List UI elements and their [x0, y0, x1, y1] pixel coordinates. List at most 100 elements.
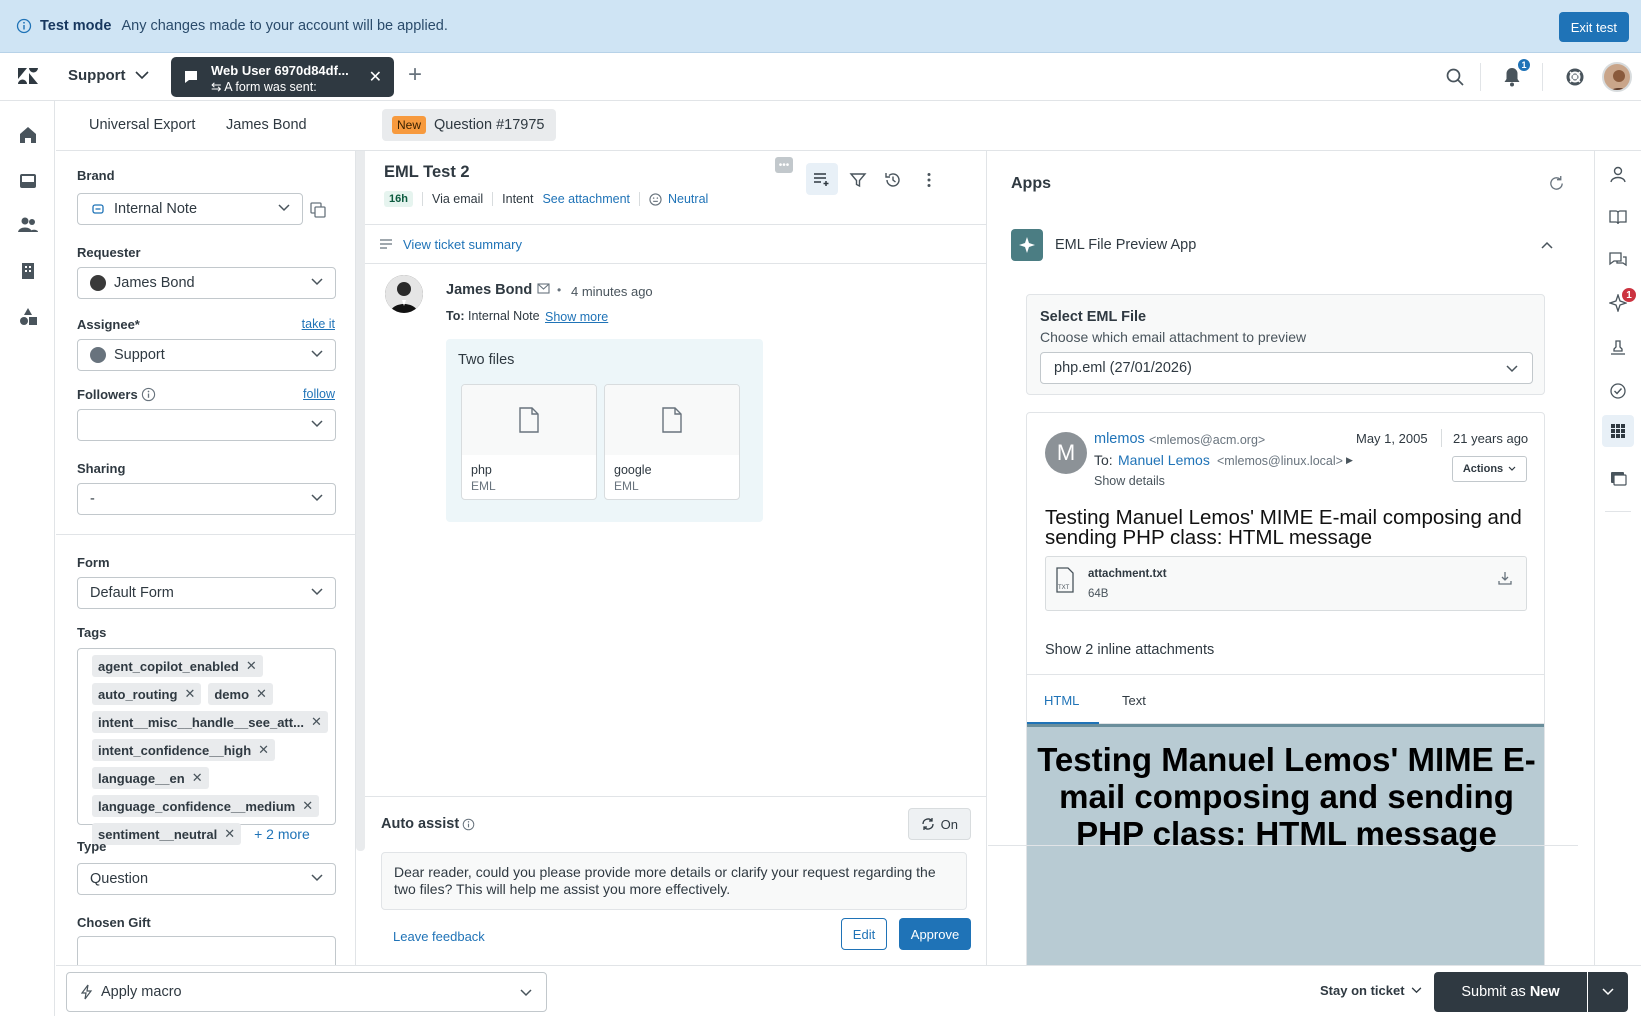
more-dots-icon[interactable]: ••• [775, 157, 793, 173]
brand-select[interactable]: Internal Note [77, 193, 303, 225]
followers-select[interactable] [77, 409, 336, 441]
check-circle-icon[interactable] [1609, 382, 1627, 400]
knowledge-book-icon[interactable] [1609, 208, 1627, 226]
views-inbox-icon[interactable] [18, 171, 38, 191]
copilot-badge: 1 [1621, 287, 1637, 303]
tab-universal-export[interactable]: Universal Export [89, 117, 195, 133]
follow-link[interactable]: follow [303, 387, 335, 401]
requester-select[interactable]: James Bond [77, 267, 336, 299]
chevron-down-icon [311, 420, 323, 428]
more-options-icon[interactable] [920, 171, 938, 189]
info-icon[interactable] [141, 387, 156, 402]
tab-text[interactable]: Text [1122, 693, 1146, 708]
take-it-link[interactable]: take it [302, 317, 335, 331]
close-tab-icon[interactable]: ✕ [369, 67, 382, 87]
app-tile-icon[interactable] [1609, 469, 1627, 487]
search-icon[interactable] [1445, 67, 1465, 87]
app-name[interactable]: EML File Preview App [1055, 237, 1196, 253]
filter-icon[interactable] [849, 171, 867, 189]
summary-list-icon [380, 238, 393, 250]
sender-name-link[interactable]: mlemos [1094, 431, 1145, 447]
more-tags-link[interactable]: + 2 more [254, 826, 310, 842]
zendesk-logo-icon[interactable] [17, 66, 39, 86]
tag-label: language_confidence__medium [98, 798, 296, 814]
copy-icon[interactable] [309, 201, 327, 219]
html-preview-pane: Testing Manuel Lemos' MIME E-mail compos… [1027, 724, 1544, 978]
remove-tag-icon[interactable]: ✕ [302, 798, 313, 814]
user-avatar[interactable] [1602, 62, 1632, 92]
show-more-link[interactable]: Show more [545, 310, 608, 324]
remove-tag-icon[interactable]: ✕ [258, 742, 269, 758]
notification-badge: 1 [1516, 57, 1532, 73]
add-tab-icon[interactable]: + [408, 61, 422, 89]
refresh-icon[interactable] [1548, 175, 1565, 192]
remove-tag-icon[interactable]: ✕ [246, 658, 257, 674]
form-select[interactable]: Default Form [77, 577, 336, 609]
email-attachment[interactable]: TXT attachment.txt 64B [1045, 556, 1527, 611]
chosen-gift-input[interactable] [77, 936, 336, 965]
download-icon[interactable] [1498, 571, 1512, 585]
recipient-name-link[interactable]: Manuel Lemos [1118, 452, 1210, 468]
type-value: Question [90, 871, 149, 887]
history-icon[interactable] [884, 171, 902, 189]
divider [1480, 63, 1481, 91]
submit-button[interactable]: Submit as New [1434, 972, 1587, 1012]
stay-on-ticket-select[interactable]: Stay on ticket [1320, 983, 1422, 998]
auto-assist-toggle[interactable]: On [907, 808, 971, 840]
chat-icon [183, 69, 199, 85]
apps-grid-icon[interactable] [1602, 415, 1634, 447]
sharing-select[interactable]: - [77, 483, 336, 515]
edit-button[interactable]: Edit [841, 918, 887, 950]
customers-icon[interactable] [18, 215, 38, 235]
leave-feedback-link[interactable]: Leave feedback [393, 929, 485, 944]
apply-macro-select[interactable]: Apply macro [66, 972, 547, 1012]
author-avatar[interactable] [385, 275, 423, 313]
remove-tag-icon[interactable]: ✕ [224, 826, 235, 842]
home-icon[interactable] [18, 125, 38, 145]
product-switcher[interactable]: Support [68, 67, 149, 84]
show-inline-attachments-link[interactable]: Show 2 inline attachments [1045, 642, 1214, 658]
conversation-composer-icon[interactable] [806, 163, 838, 195]
chat-bubbles-icon[interactable] [1609, 251, 1627, 269]
remove-tag-icon[interactable]: ✕ [184, 686, 195, 702]
organizations-icon[interactable] [18, 261, 38, 281]
ticket-summary-bar[interactable]: View ticket summary [365, 224, 987, 264]
attachment-file-google[interactable]: google EML [604, 384, 740, 500]
chevron-up-icon[interactable] [1541, 241, 1553, 249]
tab-html[interactable]: HTML [1044, 693, 1079, 708]
preview-heading: Testing Manuel Lemos' MIME E-mail compos… [1037, 741, 1536, 852]
stamp-icon[interactable] [1609, 339, 1627, 357]
tab-question-ticket[interactable]: New Question #17975 [382, 109, 557, 141]
tags-input[interactable]: agent_copilot_enabled ✕ auto_routing ✕ dem… [77, 648, 336, 845]
conversation-panel: EML Test 2 16h Via email Intent See atta… [365, 151, 987, 965]
expand-triangle-icon[interactable]: ▶ [1346, 455, 1353, 466]
tag: language__en ✕ [92, 767, 209, 789]
author-name[interactable]: James Bond [446, 282, 532, 298]
remove-tag-icon[interactable]: ✕ [192, 770, 203, 786]
type-select[interactable]: Question [77, 863, 336, 895]
properties-scrollbar[interactable] [356, 151, 365, 851]
info-icon[interactable] [462, 818, 475, 831]
view-ticket-summary-link[interactable]: View ticket summary [403, 237, 522, 252]
remove-tag-icon[interactable]: ✕ [256, 686, 267, 702]
admin-shapes-icon[interactable] [18, 307, 38, 327]
exit-test-button[interactable]: Exit test [1558, 12, 1629, 42]
show-details-link[interactable]: Show details [1094, 474, 1165, 488]
attachment-file-php[interactable]: php EML [461, 384, 597, 500]
intent-value-link[interactable]: See attachment [542, 192, 630, 206]
sender-avatar: M [1045, 432, 1087, 474]
remove-tag-icon[interactable]: ✕ [311, 714, 322, 730]
ticket-tab-active[interactable]: Web User 6970d84df... ⇆ A form was sent:… [171, 57, 394, 97]
sentiment-link[interactable]: Neutral [668, 192, 708, 206]
assignee-select[interactable]: Support [77, 339, 336, 371]
approve-button[interactable]: Approve [899, 918, 971, 950]
sentiment-neutral-icon [649, 192, 662, 206]
eml-file-select[interactable]: php.eml (27/01/2026) [1040, 352, 1533, 384]
help-lifebuoy-icon[interactable] [1565, 67, 1585, 87]
email-age: 21 years ago [1453, 431, 1529, 446]
app-sparkle-icon [1011, 229, 1043, 261]
tab-james-bond[interactable]: James Bond [226, 117, 307, 133]
actions-button[interactable]: Actions [1452, 456, 1527, 482]
submit-options-button[interactable] [1588, 972, 1628, 1012]
user-profile-icon[interactable] [1609, 165, 1627, 183]
